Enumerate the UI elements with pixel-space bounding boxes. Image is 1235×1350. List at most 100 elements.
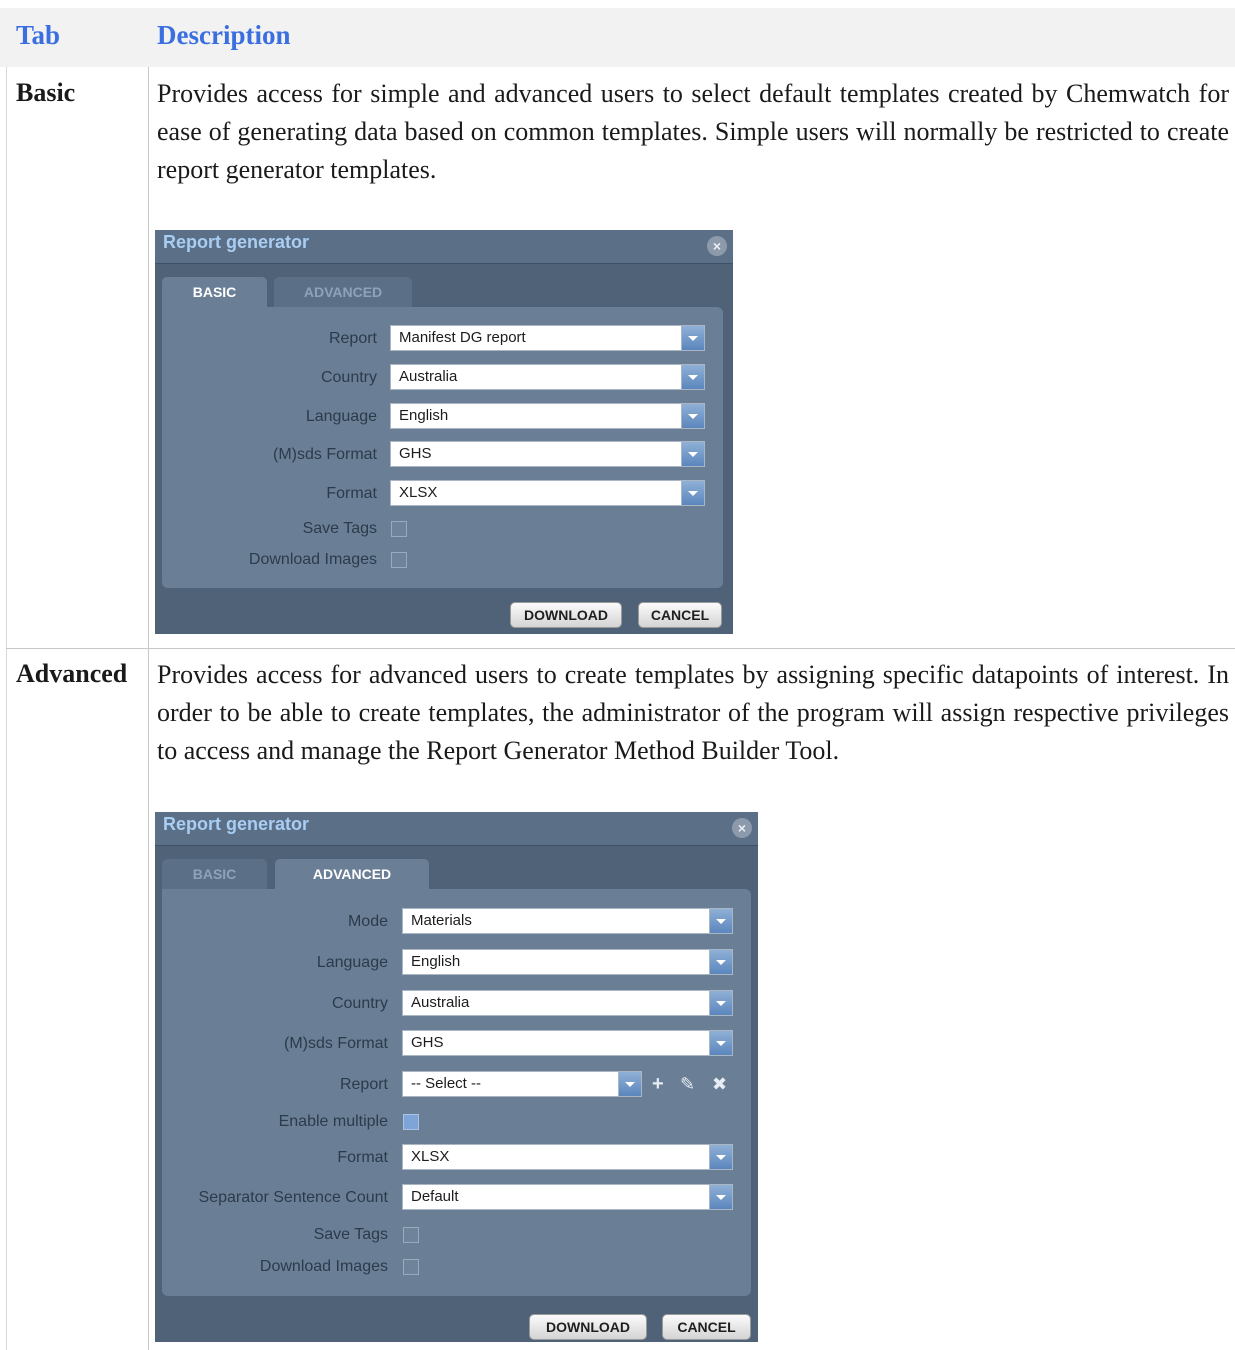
add-icon[interactable]: + bbox=[652, 1071, 664, 1097]
chevron-down-icon[interactable] bbox=[709, 1185, 732, 1209]
form-row-language: Language English bbox=[162, 949, 751, 977]
cancel-button[interactable]: CANCEL bbox=[638, 602, 722, 628]
edit-icon[interactable]: ✎ bbox=[680, 1071, 695, 1097]
table-header-row: Tab Description bbox=[0, 8, 1235, 67]
chevron-down-icon[interactable] bbox=[709, 950, 732, 974]
language-value: English bbox=[411, 953, 461, 970]
save-tags-checkbox[interactable] bbox=[391, 521, 407, 537]
form-row-separator: Separator Sentence Count Default bbox=[162, 1184, 751, 1212]
country-value: Australia bbox=[411, 994, 470, 1011]
dialog-titlebar: Report generator × bbox=[155, 230, 733, 264]
delete-icon[interactable]: ✖ bbox=[712, 1071, 727, 1097]
chevron-down-icon[interactable] bbox=[709, 1031, 732, 1055]
country-select[interactable]: Australia bbox=[390, 364, 705, 390]
chevron-down-icon[interactable] bbox=[681, 326, 704, 350]
dialog-title: Report generator bbox=[163, 232, 310, 252]
form-row-save-tags: Save Tags bbox=[162, 1221, 751, 1249]
header-tab: Tab bbox=[16, 20, 61, 50]
row-divider bbox=[6, 648, 1235, 649]
format-value: XLSX bbox=[399, 484, 438, 501]
download-images-label: Download Images bbox=[259, 1258, 388, 1275]
msds-format-select[interactable]: GHS bbox=[390, 441, 705, 467]
language-value: English bbox=[399, 407, 449, 424]
report-value: -- Select -- bbox=[411, 1075, 482, 1092]
dialog-titlebar: Report generator × bbox=[155, 812, 758, 846]
tab-advanced[interactable]: ADVANCED bbox=[275, 859, 429, 889]
save-tags-label: Save Tags bbox=[313, 1226, 388, 1243]
dialog-form-panel: Report Manifest DG report Country Austra… bbox=[162, 307, 723, 588]
format-label: Format bbox=[337, 1149, 388, 1166]
form-row-download-images: Download Images bbox=[162, 1253, 751, 1281]
tab-basic[interactable]: BASIC bbox=[162, 859, 267, 889]
form-row-format: Format XLSX bbox=[162, 1144, 751, 1172]
chevron-down-icon[interactable] bbox=[681, 442, 704, 466]
language-select[interactable]: English bbox=[390, 403, 705, 429]
chevron-down-icon[interactable] bbox=[681, 365, 704, 389]
form-row-msds-format: (M)sds Format GHS bbox=[162, 441, 723, 469]
mode-value: Materials bbox=[411, 912, 472, 929]
enable-multiple-checkbox[interactable] bbox=[403, 1114, 419, 1130]
country-value: Australia bbox=[399, 368, 458, 385]
chevron-down-icon[interactable] bbox=[681, 404, 704, 428]
language-label: Language bbox=[316, 954, 388, 971]
report-value: Manifest DG report bbox=[399, 329, 526, 346]
separator-label: Separator Sentence Count bbox=[198, 1189, 388, 1206]
msds-format-value: GHS bbox=[411, 1034, 444, 1051]
msds-format-label: (M)sds Format bbox=[273, 446, 377, 463]
chevron-down-icon[interactable] bbox=[618, 1072, 641, 1096]
report-label: Report bbox=[328, 330, 377, 347]
form-row-report: Report -- Select -- + ✎ ✖ bbox=[162, 1071, 751, 1099]
row-description-advanced: Provides access for advanced users to cr… bbox=[157, 660, 1229, 765]
form-row-download-images: Download Images bbox=[162, 546, 723, 574]
download-images-checkbox[interactable] bbox=[391, 552, 407, 568]
download-button[interactable]: DOWNLOAD bbox=[510, 602, 622, 628]
column-divider bbox=[148, 67, 149, 1350]
form-row-msds-format: (M)sds Format GHS bbox=[162, 1030, 751, 1058]
form-row-enable-multiple: Enable multiple bbox=[162, 1108, 751, 1136]
form-row-mode: Mode Materials bbox=[162, 908, 751, 936]
download-images-checkbox[interactable] bbox=[403, 1259, 419, 1275]
report-generator-dialog-basic: Report generator × BASIC ADVANCED Report… bbox=[155, 230, 733, 634]
separator-select[interactable]: Default bbox=[402, 1184, 733, 1210]
form-row-country: Country Australia bbox=[162, 990, 751, 1018]
report-select[interactable]: -- Select -- bbox=[402, 1071, 642, 1097]
close-icon[interactable]: × bbox=[707, 236, 727, 256]
table-left-border bbox=[6, 67, 7, 1350]
close-icon[interactable]: × bbox=[732, 818, 752, 838]
form-row-format: Format XLSX bbox=[162, 480, 723, 508]
report-select[interactable]: Manifest DG report bbox=[390, 325, 705, 351]
country-select[interactable]: Australia bbox=[402, 990, 733, 1016]
cancel-button[interactable]: CANCEL bbox=[662, 1314, 751, 1340]
country-label: Country bbox=[320, 369, 377, 386]
chevron-down-icon[interactable] bbox=[681, 481, 704, 505]
chevron-down-icon[interactable] bbox=[709, 909, 732, 933]
form-row-language: Language English bbox=[162, 403, 723, 431]
chevron-down-icon[interactable] bbox=[709, 991, 732, 1015]
mode-label: Mode bbox=[347, 913, 388, 930]
dialog-form-panel: Mode Materials Language English Country … bbox=[162, 889, 751, 1296]
format-select[interactable]: XLSX bbox=[390, 480, 705, 506]
tab-advanced[interactable]: ADVANCED bbox=[274, 277, 412, 307]
language-select[interactable]: English bbox=[402, 949, 733, 975]
download-button[interactable]: DOWNLOAD bbox=[529, 1314, 647, 1340]
chevron-down-icon[interactable] bbox=[709, 1145, 732, 1169]
format-label: Format bbox=[326, 485, 377, 502]
msds-format-label: (M)sds Format bbox=[284, 1035, 388, 1052]
save-tags-label: Save Tags bbox=[302, 520, 377, 537]
format-select[interactable]: XLSX bbox=[402, 1144, 733, 1170]
separator-value: Default bbox=[411, 1188, 459, 1205]
msds-format-value: GHS bbox=[399, 445, 432, 462]
mode-select[interactable]: Materials bbox=[402, 908, 733, 934]
save-tags-checkbox[interactable] bbox=[403, 1227, 419, 1243]
row-description-basic: Provides access for simple and advanced … bbox=[157, 79, 1229, 184]
enable-multiple-label: Enable multiple bbox=[278, 1113, 388, 1130]
tab-basic[interactable]: BASIC bbox=[162, 277, 267, 307]
form-row-report: Report Manifest DG report bbox=[162, 325, 723, 353]
row-tab-advanced: Advanced bbox=[16, 659, 128, 688]
row-tab-basic: Basic bbox=[16, 78, 76, 107]
report-generator-dialog-advanced: Report generator × BASIC ADVANCED Mode M… bbox=[155, 812, 758, 1342]
msds-format-select[interactable]: GHS bbox=[402, 1030, 733, 1056]
dialog-title: Report generator bbox=[163, 814, 310, 834]
form-row-save-tags: Save Tags bbox=[162, 515, 723, 543]
download-images-label: Download Images bbox=[248, 551, 377, 568]
